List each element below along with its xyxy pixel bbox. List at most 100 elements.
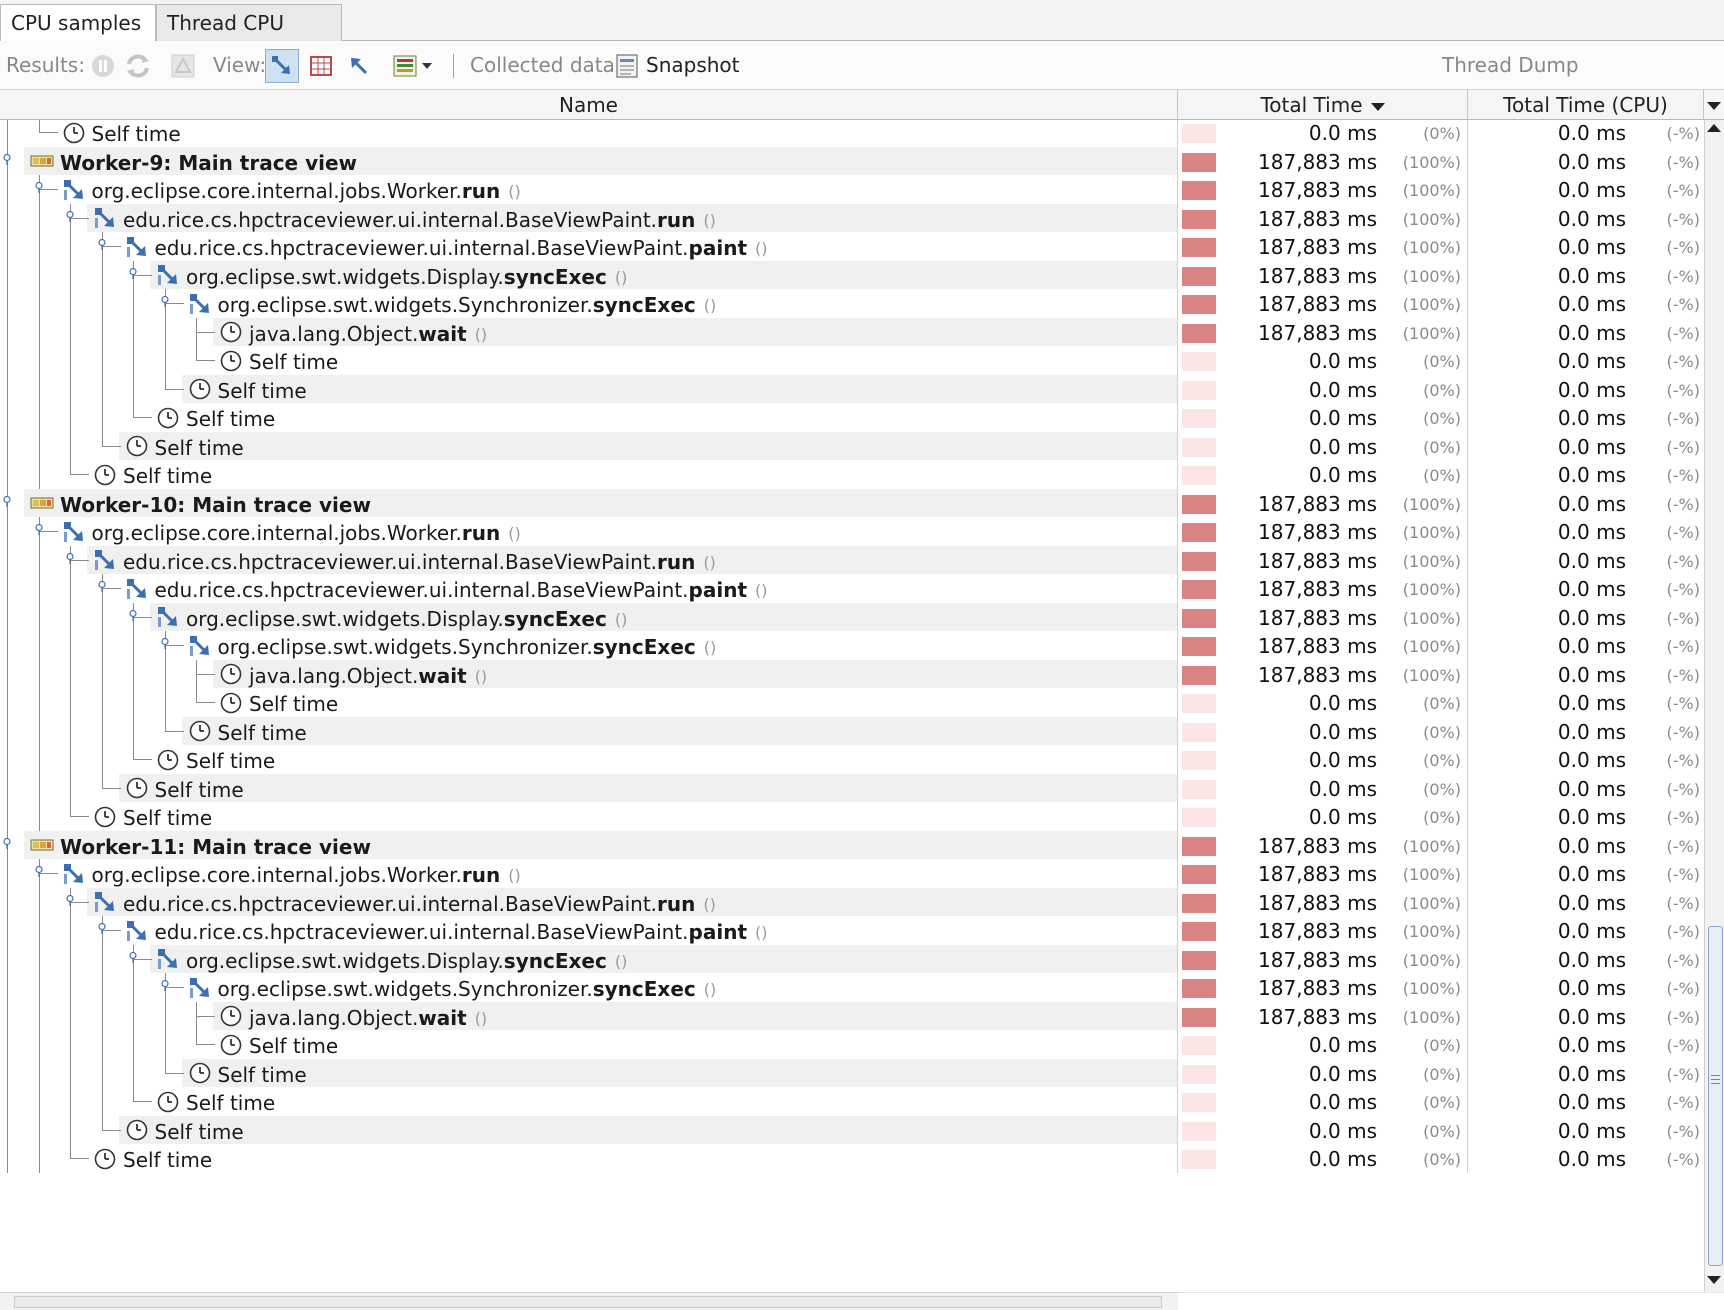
self-time-node[interactable]: Self time — [125, 774, 244, 803]
name-cell[interactable]: Self time — [0, 460, 1178, 489]
tab-cpu-samples[interactable]: CPU samples — [0, 4, 156, 42]
method-node[interactable]: org.eclipse.core.internal.jobs.Worker.ru… — [62, 175, 521, 204]
horizontal-scrollbar-thumb[interactable] — [14, 1296, 1162, 1308]
self-time-node[interactable]: Self time — [219, 688, 338, 717]
self-time-node[interactable]: Self time — [156, 1087, 275, 1116]
self-time-node[interactable]: Self time — [93, 460, 212, 489]
column-menu-button[interactable] — [1704, 90, 1724, 120]
table-row[interactable]: org.eclipse.swt.widgets.Synchronizer.syn… — [0, 289, 1704, 318]
expand-toggle-icon[interactable] — [159, 295, 171, 308]
name-cell[interactable]: Self time — [0, 1058, 1178, 1087]
name-cell[interactable]: Self time — [0, 773, 1178, 803]
name-cell[interactable]: Worker-9: Main trace view — [0, 146, 1178, 175]
table-row[interactable]: java.lang.Object.wait () 187,883 ms (100%) 0… — [0, 659, 1704, 689]
expand-toggle-icon[interactable] — [1, 153, 13, 165]
method-node[interactable]: org.eclipse.swt.widgets.Synchronizer.syn… — [188, 289, 716, 318]
thread-node[interactable]: Worker-11: Main trace view — [30, 831, 371, 860]
table-row[interactable]: Self time 0.0 ms (0%) 0.0 ms (-%) — [0, 1058, 1704, 1087]
name-cell[interactable]: org.eclipse.swt.widgets.Synchronizer.syn… — [0, 973, 1178, 1002]
name-cell[interactable]: Self time — [0, 1115, 1178, 1145]
method-node[interactable]: edu.rice.cs.hpctraceviewer.ui.internal.B… — [93, 546, 716, 575]
name-cell[interactable]: java.lang.Object.wait () — [0, 1001, 1178, 1030]
name-cell[interactable]: org.eclipse.core.internal.jobs.Worker.ru… — [0, 175, 1178, 204]
name-cell[interactable]: Self time — [0, 688, 1178, 717]
expand-toggle-icon[interactable] — [1, 837, 13, 849]
method-node[interactable]: org.eclipse.swt.widgets.Display.syncExec… — [156, 261, 627, 290]
thread-row[interactable]: Worker-10: Main trace view 187,883 ms (100… — [0, 488, 1704, 518]
name-cell[interactable]: org.eclipse.swt.widgets.Display.syncExec… — [0, 944, 1178, 974]
table-row[interactable]: Self time 0.0 ms (0%) 0.0 ms (-%) — [0, 403, 1704, 432]
name-cell[interactable]: org.eclipse.swt.widgets.Synchronizer.syn… — [0, 631, 1178, 660]
name-cell[interactable]: org.eclipse.core.internal.jobs.Worker.ru… — [0, 517, 1178, 546]
self-time-node[interactable]: Self time — [156, 745, 275, 774]
name-cell[interactable]: edu.rice.cs.hpctraceviewer.ui.internal.B… — [0, 232, 1178, 261]
table-row[interactable]: java.lang.Object.wait () 187,883 ms (100%) 0… — [0, 317, 1704, 347]
expand-toggle-icon[interactable] — [96, 580, 108, 593]
name-cell[interactable]: org.eclipse.core.internal.jobs.Worker.ru… — [0, 859, 1178, 888]
horizontal-scrollbar[interactable] — [0, 1292, 1178, 1310]
expand-toggle-icon[interactable] — [159, 979, 171, 992]
self-time-node[interactable]: Self time — [125, 1116, 244, 1145]
name-cell[interactable]: org.eclipse.swt.widgets.Display.syncExec… — [0, 260, 1178, 290]
name-cell[interactable]: edu.rice.cs.hpctraceviewer.ui.internal.B… — [0, 203, 1178, 232]
method-node[interactable]: edu.rice.cs.hpctraceviewer.ui.internal.B… — [93, 888, 716, 917]
method-node[interactable]: java.lang.Object.wait () — [219, 318, 487, 347]
column-header-name[interactable]: Name — [0, 90, 1178, 120]
name-cell[interactable]: Self time — [0, 431, 1178, 461]
self-time-node[interactable]: Self time — [125, 432, 244, 461]
refresh-icon[interactable] — [121, 49, 155, 83]
back-traces-view-icon[interactable] — [342, 49, 376, 83]
expand-toggle-icon[interactable] — [127, 267, 139, 279]
name-cell[interactable]: Self time — [0, 120, 1178, 147]
name-cell[interactable]: Worker-10: Main trace view — [0, 488, 1178, 518]
name-cell[interactable]: Self time — [0, 374, 1178, 403]
name-cell[interactable]: Self time — [0, 403, 1178, 432]
vertical-scrollbar[interactable] — [1704, 120, 1724, 1292]
method-node[interactable]: org.eclipse.swt.widgets.Display.syncExec… — [156, 945, 627, 974]
thread-node[interactable]: Worker-10: Main trace view — [30, 489, 371, 518]
column-header-total-time[interactable]: Total Time — [1178, 90, 1468, 120]
thread-dump-button[interactable]: Thread Dump — [1442, 41, 1579, 90]
expand-toggle-icon[interactable] — [159, 637, 171, 650]
call-tree-view-icon[interactable] — [265, 49, 299, 83]
scroll-down-icon[interactable] — [1707, 1276, 1721, 1284]
table-row[interactable]: edu.rice.cs.hpctraceviewer.ui.internal.B… — [0, 574, 1704, 603]
table-row[interactable]: Self time 0.0 ms (0%) 0.0 ms (-%) — [0, 120, 1704, 147]
method-node[interactable]: java.lang.Object.wait () — [219, 660, 487, 689]
table-row[interactable]: Self time 0.0 ms (0%) 0.0 ms (-%) — [0, 773, 1704, 803]
table-row[interactable]: Self time 0.0 ms (0%) 0.0 ms (-%) — [0, 802, 1704, 831]
table-row[interactable]: Self time 0.0 ms (0%) 0.0 ms (-%) — [0, 688, 1704, 717]
table-row[interactable]: java.lang.Object.wait () 187,883 ms (100%) 0… — [0, 1001, 1704, 1030]
table-row[interactable]: Self time 0.0 ms (0%) 0.0 ms (-%) — [0, 431, 1704, 461]
self-time-node[interactable]: Self time — [156, 403, 275, 432]
expand-toggle-icon[interactable] — [127, 951, 139, 963]
pause-icon[interactable] — [86, 49, 120, 83]
self-time-node[interactable]: Self time — [219, 1030, 338, 1059]
table-row[interactable]: org.eclipse.core.internal.jobs.Worker.ru… — [0, 517, 1704, 546]
name-cell[interactable]: edu.rice.cs.hpctraceviewer.ui.internal.B… — [0, 916, 1178, 945]
name-cell[interactable]: org.eclipse.swt.widgets.Synchronizer.syn… — [0, 289, 1178, 318]
table-row[interactable]: org.eclipse.core.internal.jobs.Worker.ru… — [0, 175, 1704, 204]
table-row[interactable]: edu.rice.cs.hpctraceviewer.ui.internal.B… — [0, 203, 1704, 232]
table-row[interactable]: edu.rice.cs.hpctraceviewer.ui.internal.B… — [0, 887, 1704, 917]
scroll-up-icon[interactable] — [1707, 124, 1721, 132]
name-cell[interactable]: Self time — [0, 745, 1178, 774]
self-time-node[interactable]: Self time — [188, 717, 307, 746]
name-cell[interactable]: java.lang.Object.wait () — [0, 659, 1178, 689]
table-row[interactable]: org.eclipse.swt.widgets.Synchronizer.syn… — [0, 973, 1704, 1002]
table-row[interactable]: org.eclipse.swt.widgets.Synchronizer.syn… — [0, 631, 1704, 660]
name-cell[interactable]: edu.rice.cs.hpctraceviewer.ui.internal.B… — [0, 545, 1178, 575]
name-cell[interactable]: edu.rice.cs.hpctraceviewer.ui.internal.B… — [0, 574, 1178, 603]
table-row[interactable]: edu.rice.cs.hpctraceviewer.ui.internal.B… — [0, 916, 1704, 945]
name-cell[interactable]: edu.rice.cs.hpctraceviewer.ui.internal.B… — [0, 887, 1178, 917]
self-time-node[interactable]: Self time — [219, 346, 338, 375]
snapshot-icon[interactable] — [610, 49, 644, 83]
column-header-total-time-cpu[interactable]: Total Time (CPU) — [1468, 90, 1704, 120]
hot-spots-view-icon[interactable] — [304, 49, 338, 83]
self-time-node[interactable]: Self time — [93, 802, 212, 831]
table-row[interactable]: org.eclipse.swt.widgets.Display.syncExec… — [0, 944, 1704, 974]
reset-icon[interactable] — [166, 49, 200, 83]
name-cell[interactable]: Self time — [0, 802, 1178, 831]
table-row[interactable]: Self time 0.0 ms (0%) 0.0 ms (-%) — [0, 1115, 1704, 1145]
name-cell[interactable]: org.eclipse.swt.widgets.Display.syncExec… — [0, 602, 1178, 631]
